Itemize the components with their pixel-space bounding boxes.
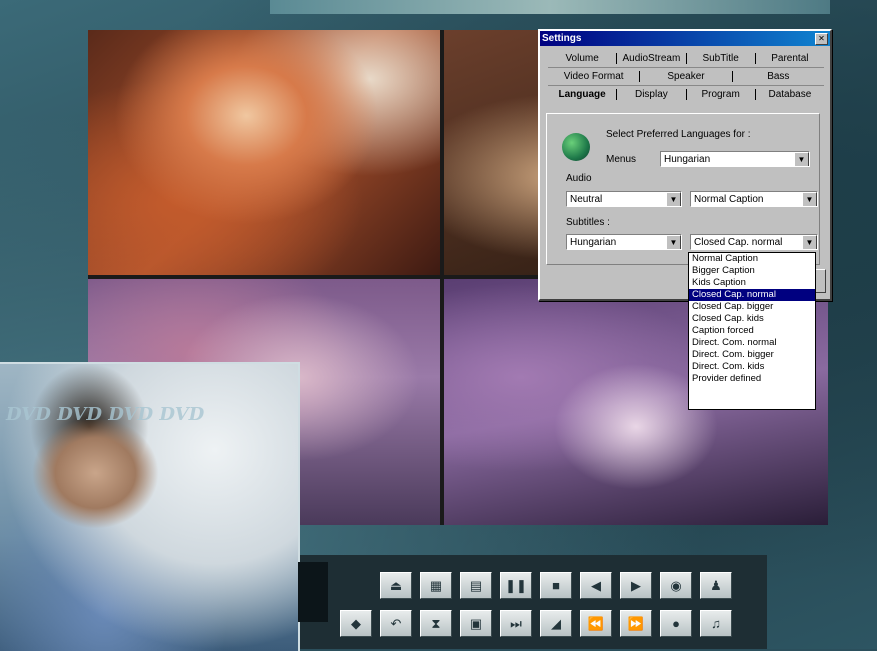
tab-speaker[interactable]: Speaker — [640, 71, 733, 82]
grid-button[interactable]: ▦ — [420, 572, 452, 599]
play-button[interactable]: ▣ — [460, 610, 492, 637]
menus-value: Hungarian — [664, 154, 711, 165]
tab-language[interactable]: Language — [548, 89, 618, 100]
tab-parental[interactable]: Parental — [756, 53, 824, 64]
chapter-icon: ❚❚ — [505, 577, 527, 593]
dropdown-option[interactable]: Provider defined — [689, 373, 815, 385]
caption-dropdown-list[interactable]: Normal Caption Bigger Caption Kids Capti… — [688, 252, 816, 410]
fast-forward-button[interactable]: ⏩ — [620, 610, 652, 637]
tab-audiostream[interactable]: AudioStream — [617, 53, 687, 64]
previous-button[interactable]: ◆ — [340, 610, 372, 637]
top-image-strip — [270, 0, 830, 14]
dropdown-option[interactable]: Closed Cap. kids — [689, 313, 815, 325]
record-icon: ● — [672, 616, 680, 631]
tab-subtitle[interactable]: SubTitle — [687, 53, 756, 64]
audio-select[interactable]: Neutral ▼ — [566, 191, 682, 207]
audio-value: Neutral — [570, 194, 603, 205]
grid-icon: ▦ — [429, 577, 443, 593]
chevron-down-icon[interactable]: ▼ — [802, 235, 817, 249]
dropdown-option[interactable]: Bigger Caption — [689, 265, 815, 277]
title-menu-button[interactable]: ▤ — [460, 572, 492, 599]
tab-bass[interactable]: Bass — [733, 71, 824, 82]
tab-database[interactable]: Database — [756, 89, 824, 100]
rewind-icon: ◀ — [591, 577, 601, 593]
fast-rewind-button[interactable]: ⏪ — [580, 610, 612, 637]
audio-icon: ♫ — [711, 616, 721, 631]
back-button[interactable]: ↶ — [380, 610, 412, 637]
globe-icon — [562, 133, 590, 161]
control-bar-edge — [298, 562, 328, 622]
tab-row-3: Language Display Program Database — [548, 86, 824, 103]
stop-button[interactable]: ■ — [540, 572, 572, 599]
chevron-down-icon[interactable]: ▼ — [666, 235, 681, 249]
dropdown-option[interactable]: Direct. Com. bigger — [689, 349, 815, 361]
person-photo: DVD DVD DVD DVD — [0, 362, 300, 651]
skip-end-icon: ⏭ — [510, 615, 522, 631]
menus-label: Menus — [606, 154, 637, 165]
tab-row-2: Video Format Speaker Bass — [548, 68, 824, 86]
dialog-titlebar[interactable]: Settings ✕ — [540, 31, 830, 46]
chevron-down-icon[interactable]: ▼ — [666, 192, 681, 206]
stop-icon: ■ — [552, 578, 560, 593]
eject-button[interactable]: ⏏ — [380, 572, 412, 599]
back-icon: ↶ — [390, 615, 402, 631]
dropdown-option[interactable]: Closed Cap. bigger — [689, 301, 815, 313]
rewind-button[interactable]: ◀ — [580, 572, 612, 599]
dialog-title: Settings — [542, 33, 582, 44]
video-tile-top-left — [88, 30, 440, 275]
tab-display[interactable]: Display — [617, 89, 687, 100]
chapter-button[interactable]: ❚❚ — [500, 572, 532, 599]
audio-button[interactable]: ♫ — [700, 610, 732, 637]
play-icon: ▣ — [469, 615, 483, 631]
skip-end-button[interactable]: ⏭ — [500, 610, 532, 637]
subtitles-caption-value: Closed Cap. normal — [694, 237, 783, 248]
angle-icon: ♟ — [710, 577, 722, 593]
eject-icon: ⏏ — [389, 577, 403, 593]
volume-icon: ◢ — [551, 615, 561, 631]
dropdown-option[interactable]: Direct. Com. normal — [689, 337, 815, 349]
camera-button[interactable]: ◉ — [660, 572, 692, 599]
chevron-down-icon[interactable]: ▼ — [802, 192, 817, 206]
dvd-watermark: DVD DVD DVD DVD — [6, 404, 205, 425]
dropdown-option[interactable]: Direct. Com. kids — [689, 361, 815, 373]
dropdown-option[interactable]: Caption forced — [689, 325, 815, 337]
menus-select[interactable]: Hungarian ▼ — [660, 151, 810, 167]
tab-row-1: Volume AudioStream SubTitle Parental — [548, 50, 824, 68]
slow-icon: ⧗ — [431, 615, 441, 631]
control-row-2: ◆ ↶ ⧗ ▣ ⏭ ◢ ⏪ ⏩ ● ♫ — [340, 610, 732, 637]
title-menu-icon: ▤ — [469, 577, 483, 593]
subtitles-caption-select[interactable]: Closed Cap. normal ▼ — [690, 234, 818, 250]
dropdown-option[interactable]: Kids Caption — [689, 277, 815, 289]
close-button[interactable]: ✕ — [815, 32, 828, 45]
fast-forward-icon: ⏩ — [627, 615, 645, 631]
previous-icon: ◆ — [351, 615, 361, 631]
volume-button[interactable]: ◢ — [540, 610, 572, 637]
audio-caption-select[interactable]: Normal Caption ▼ — [690, 191, 818, 207]
forward-icon: ▶ — [631, 577, 641, 593]
chevron-down-icon[interactable]: ▼ — [794, 152, 809, 166]
audio-caption-value: Normal Caption — [694, 194, 764, 205]
dropdown-option[interactable]: Normal Caption — [689, 253, 815, 265]
subtitles-select[interactable]: Hungarian ▼ — [566, 234, 682, 250]
tab-program[interactable]: Program — [687, 89, 756, 100]
subtitles-value: Hungarian — [570, 237, 617, 248]
tab-volume[interactable]: Volume — [548, 53, 618, 64]
forward-button[interactable]: ▶ — [620, 572, 652, 599]
subtitles-label: Subtitles : — [566, 217, 610, 228]
tab-strip: Volume AudioStream SubTitle Parental Vid… — [540, 46, 830, 103]
fast-rewind-icon: ⏪ — [587, 615, 605, 631]
record-button[interactable]: ● — [660, 610, 692, 637]
angle-button[interactable]: ♟ — [700, 572, 732, 599]
dropdown-option-selected[interactable]: Closed Cap. normal — [689, 289, 815, 301]
slow-button[interactable]: ⧗ — [420, 610, 452, 637]
tab-video-format[interactable]: Video Format — [548, 71, 641, 82]
audio-label: Audio — [566, 173, 592, 184]
mosaic-divider-vertical — [440, 30, 444, 525]
control-row-1: ⏏ ▦ ▤ ❚❚ ■ ◀ ▶ ◉ ♟ — [380, 572, 732, 599]
camera-icon: ◉ — [670, 577, 682, 593]
close-icon: ✕ — [818, 33, 825, 43]
preferred-languages-prompt: Select Preferred Languages for : — [606, 129, 751, 140]
